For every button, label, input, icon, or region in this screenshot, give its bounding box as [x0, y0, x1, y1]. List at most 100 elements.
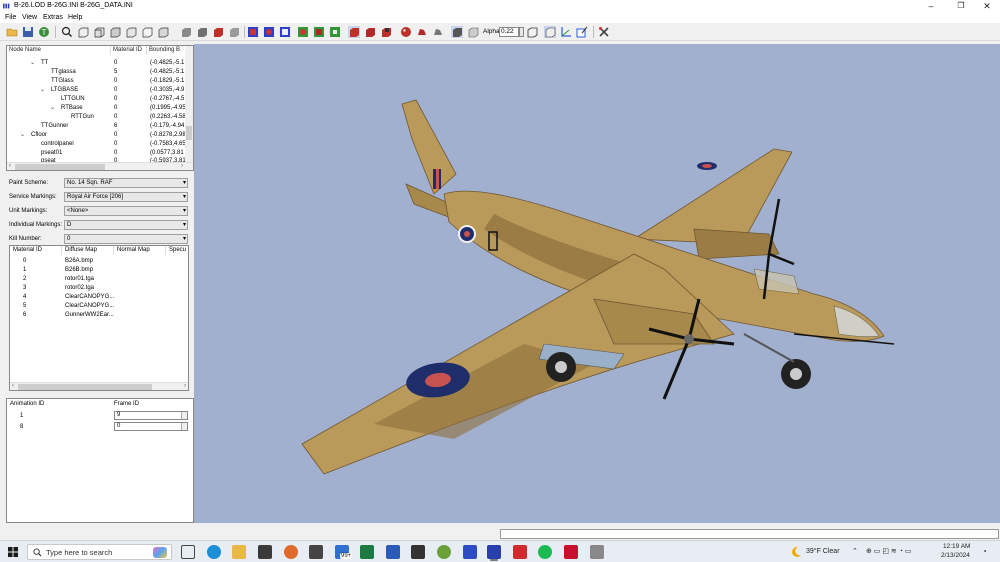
- close-button[interactable]: ✕: [974, 0, 1000, 12]
- frame-id-spinbox[interactable]: 0: [114, 422, 188, 431]
- 3d-viewport[interactable]: [194, 44, 1000, 523]
- shield-app-icon[interactable]: [564, 545, 578, 559]
- word-icon[interactable]: [386, 545, 400, 559]
- spinner-icon[interactable]: [181, 412, 187, 419]
- view-box-4-icon[interactable]: [125, 26, 137, 38]
- save-icon[interactable]: [22, 26, 34, 38]
- collapse-icon[interactable]: ⌄: [50, 104, 55, 113]
- menu-view[interactable]: View: [22, 13, 37, 23]
- tree-header-bounding-box[interactable]: Bounding B: [147, 46, 187, 55]
- acrobat-icon[interactable]: [513, 545, 527, 559]
- view-box-3-icon[interactable]: [109, 26, 121, 38]
- system-tray-icons[interactable]: ⊕ ▭ ◰ ≋ ◔ ▭: [866, 547, 912, 555]
- wire-cube-icon[interactable]: [544, 26, 556, 38]
- app-n-icon[interactable]: [309, 545, 323, 559]
- tree-row[interactable]: LTTGUN 0 (-0.2767,-4.5: [7, 95, 187, 104]
- texture-tool-icon[interactable]: T: [38, 26, 50, 38]
- store-icon[interactable]: [258, 545, 272, 559]
- solid-gray-3-icon[interactable]: [228, 26, 240, 38]
- task-view-icon[interactable]: [181, 545, 195, 559]
- material-row[interactable]: 1 B26B.bmp: [10, 266, 188, 275]
- tree-row[interactable]: ⌄ LTGBASE 0 (-0.3035,-4.9: [7, 86, 187, 95]
- zoom-icon[interactable]: [61, 26, 73, 38]
- tree-header-node-name[interactable]: Node Name: [7, 46, 111, 55]
- gray-blob-icon[interactable]: [432, 26, 444, 38]
- excel-icon[interactable]: [360, 545, 374, 559]
- windows-start-icon[interactable]: [8, 547, 18, 557]
- tree-vertical-scrollbar[interactable]: [185, 46, 193, 164]
- material-row[interactable]: 3 rotor02.tga: [10, 284, 188, 293]
- collapse-icon[interactable]: ⌄: [20, 131, 25, 140]
- menu-help[interactable]: Help: [68, 13, 82, 23]
- individual-markings-select[interactable]: D ▾: [64, 220, 188, 230]
- solid-gray-1-icon[interactable]: [180, 26, 192, 38]
- axis-icon[interactable]: [560, 26, 572, 38]
- view-blue-3-icon[interactable]: [279, 26, 291, 38]
- tree-row[interactable]: ⌄ Cfloor 0 (-0.8278,2.98: [7, 131, 187, 140]
- materials-header-id[interactable]: Material ID: [10, 246, 62, 255]
- clock-date[interactable]: 2/13/2024: [941, 552, 970, 559]
- open-folder-icon[interactable]: [6, 26, 18, 38]
- notifications-icon[interactable]: ◔: [982, 547, 987, 556]
- tree-row[interactable]: TTglassa 5 (-0.4825,-5.1: [7, 68, 187, 77]
- tree-horizontal-scrollbar[interactable]: ‹ ›: [7, 162, 193, 170]
- tree-row[interactable]: TTGunner 6 (-0.179,-4.94: [7, 122, 187, 131]
- dark-cube-icon[interactable]: [451, 26, 463, 38]
- view-green-3-icon[interactable]: [329, 26, 341, 38]
- view-box-1-icon[interactable]: [77, 26, 89, 38]
- tree-row[interactable]: ⌄ TT 0 (-0.4825,-5.1: [7, 59, 187, 68]
- menu-file[interactable]: File: [5, 13, 16, 23]
- materials-horizontal-scrollbar[interactable]: ‹ ›: [10, 382, 188, 390]
- materials-header-specular[interactable]: Specu: [166, 246, 188, 255]
- app-tool-icon[interactable]: [590, 545, 604, 559]
- weather-text[interactable]: 39°F Clear: [806, 548, 840, 555]
- red-cube-2-icon[interactable]: [364, 26, 376, 38]
- materials-header-normal[interactable]: Normal Map: [114, 246, 166, 255]
- materials-header-diffuse[interactable]: Diffuse Map: [62, 246, 114, 255]
- transparent-cube-icon[interactable]: [467, 26, 479, 38]
- kill-number-select[interactable]: 0 ▾: [64, 234, 188, 244]
- maximize-button[interactable]: ❐: [948, 0, 974, 12]
- material-row[interactable]: 0 B26A.bmp: [10, 257, 188, 266]
- minimize-button[interactable]: –: [918, 0, 944, 12]
- tools-icon[interactable]: [598, 26, 610, 38]
- frame-id-spinbox[interactable]: 9: [114, 411, 188, 420]
- solid-red-icon[interactable]: [212, 26, 224, 38]
- tree-row[interactable]: ⌄ RTBase 0 (0.1995,-4.95: [7, 104, 187, 113]
- view-blue-2-icon[interactable]: [263, 26, 275, 38]
- tree-row[interactable]: TTGlass 0 (-0.1829,-5.1: [7, 77, 187, 86]
- collapse-icon[interactable]: ⌄: [30, 59, 35, 68]
- alpha-input[interactable]: 0.22: [499, 27, 519, 37]
- red-blob-icon[interactable]: [416, 26, 428, 38]
- tree-row[interactable]: controlpanel 0 (-0.7583,4.65: [7, 140, 187, 149]
- view-box-5-icon[interactable]: [141, 26, 153, 38]
- calculator-icon[interactable]: [411, 545, 425, 559]
- material-row[interactable]: 4 ClearCANOPYG...: [10, 293, 188, 302]
- taskbar-search[interactable]: Type here to search: [27, 544, 172, 560]
- chevron-up-icon[interactable]: ⌃: [852, 547, 858, 555]
- copilot-icon[interactable]: [153, 547, 167, 558]
- edit-box-icon[interactable]: [576, 26, 588, 38]
- menu-extras[interactable]: Extras: [43, 13, 63, 23]
- alpha-spinner[interactable]: [519, 27, 524, 37]
- app-globe-icon[interactable]: [437, 545, 451, 559]
- firefox-icon[interactable]: [284, 545, 298, 559]
- view-green-1-icon[interactable]: [297, 26, 309, 38]
- service-markings-select[interactable]: Royal Air Force [206] ▾: [64, 192, 188, 202]
- red-cube-1-icon[interactable]: [348, 26, 360, 38]
- view-box-6-icon[interactable]: [157, 26, 169, 38]
- spinner-icon[interactable]: [181, 423, 187, 430]
- frame-cube-icon[interactable]: [526, 26, 538, 38]
- unit-markings-select[interactable]: <None> ▾: [64, 206, 188, 216]
- material-row[interactable]: 2 rotor01.tga: [10, 275, 188, 284]
- red-cube-3-icon[interactable]: [380, 26, 392, 38]
- material-row[interactable]: 6 GunnerWW2Ear...: [10, 311, 188, 320]
- collapse-icon[interactable]: ⌄: [40, 86, 45, 95]
- tree-row[interactable]: RTTGun 0 (0.2263,-4.58: [7, 113, 187, 122]
- clock-time[interactable]: 12:19 AM: [943, 543, 970, 550]
- edge-icon[interactable]: [207, 545, 221, 559]
- material-row[interactable]: 5 ClearCANOPYG...: [10, 302, 188, 311]
- paint-scheme-select[interactable]: No. 14 Sqn. RAF ▾: [64, 178, 188, 188]
- app-blue-icon[interactable]: [463, 545, 477, 559]
- file-explorer-icon[interactable]: [232, 545, 246, 559]
